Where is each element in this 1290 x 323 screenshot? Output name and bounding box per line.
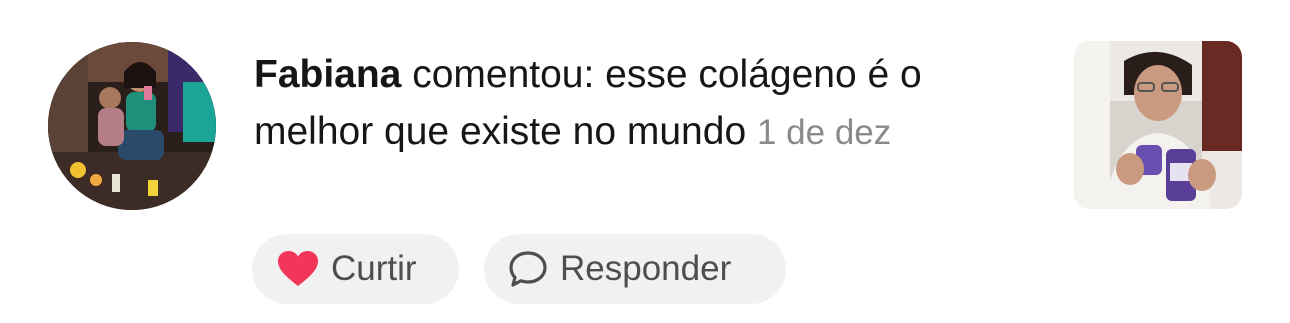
reply-label: Responder (560, 249, 732, 288)
heart-icon (277, 250, 319, 288)
commenter-avatar[interactable] (48, 42, 216, 210)
speech-bubble-icon (508, 250, 548, 288)
comment-text: Fabiana comentou: esse colágeno é o melh… (254, 46, 1034, 161)
like-button[interactable]: Curtir (252, 234, 459, 304)
like-label: Curtir (331, 249, 417, 288)
video-thumbnail[interactable] (1074, 41, 1242, 209)
reply-button[interactable]: Responder (484, 234, 786, 304)
comment-author[interactable]: Fabiana (254, 53, 401, 96)
comment-timestamp: 1 de dez (756, 113, 892, 152)
